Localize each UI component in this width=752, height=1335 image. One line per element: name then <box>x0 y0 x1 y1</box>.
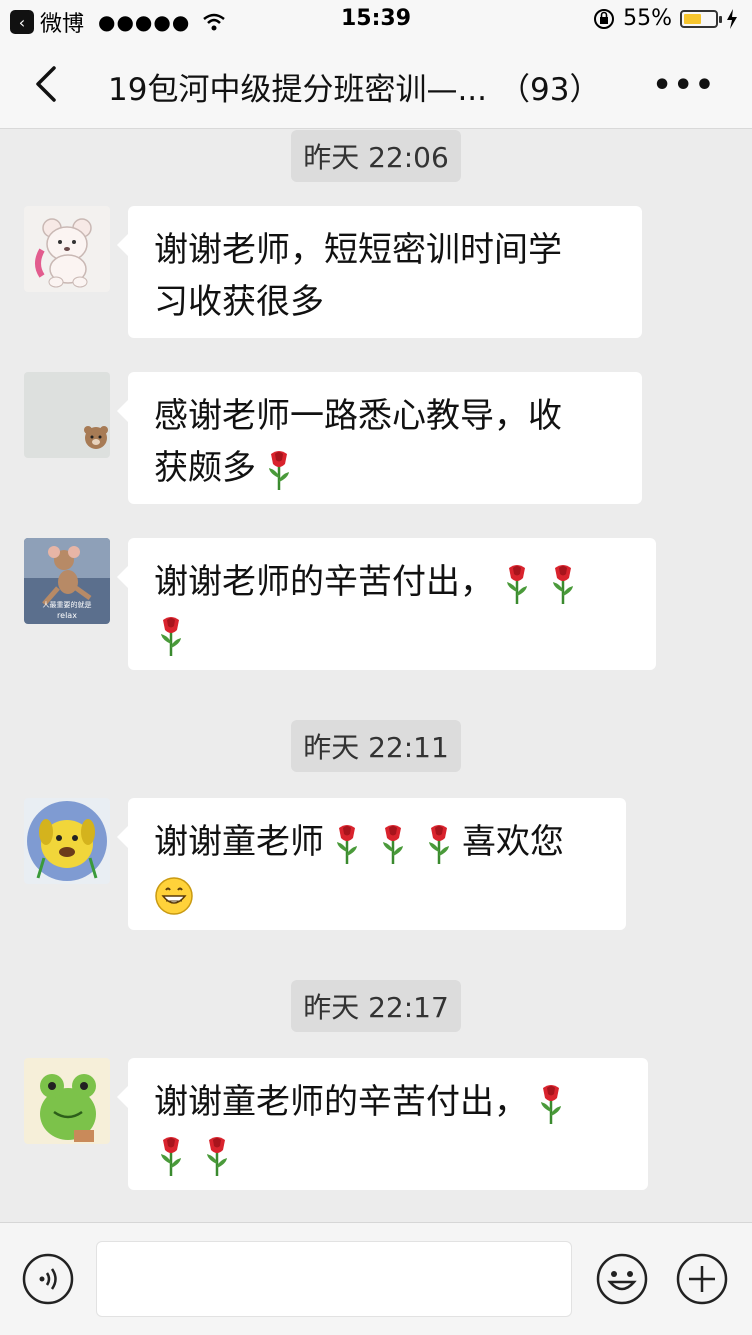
rose-icon <box>429 824 449 864</box>
timestamp: 昨天 22:11 <box>0 720 752 772</box>
rose-icon <box>553 564 573 604</box>
message-text: 谢谢童老师 <box>154 822 324 862</box>
message-line: 谢谢老师，短短密训时间学 <box>154 230 562 270</box>
cartoon-mouse-avatar-icon: 人最重要的就是 relax <box>24 538 110 624</box>
rose-icon <box>269 450 289 490</box>
status-right: 55% <box>593 6 738 31</box>
message-line: 获颇多 <box>154 442 616 494</box>
avatar-caption: 人最重要的就是 <box>43 600 92 609</box>
avatar[interactable] <box>24 798 110 884</box>
rose-icon <box>337 824 357 864</box>
message-line: 谢谢童老师 喜欢您 <box>154 816 600 868</box>
avatar-caption: relax <box>57 611 77 620</box>
battery-fill <box>684 13 701 24</box>
message-bubble[interactable]: 谢谢老师的辛苦付出， <box>117 538 656 670</box>
rose-icon <box>161 1136 181 1176</box>
message-text: 获颇多 <box>154 448 256 488</box>
message-line <box>154 1128 622 1180</box>
message-text: 谢谢童老师的辛苦付出， <box>154 1082 528 1122</box>
message-line: 习收获很多 <box>154 282 324 322</box>
timestamp-label: 昨天 22:06 <box>291 130 461 182</box>
message-line: 谢谢童老师的辛苦付出， <box>154 1076 622 1128</box>
avatar[interactable] <box>24 1058 110 1144</box>
message-bubble[interactable]: 谢谢童老师的辛苦付出， <box>117 1058 648 1190</box>
chevron-left-icon[interactable] <box>30 62 70 106</box>
rose-icon <box>507 564 527 604</box>
emoji-icon[interactable] <box>596 1253 648 1305</box>
brown-bear-avatar-icon <box>24 372 110 458</box>
timestamp-label: 昨天 22:17 <box>291 980 461 1032</box>
chat-title[interactable]: 19包河中级提分班密训—... （93） <box>108 64 668 109</box>
message-text: 谢谢老师的辛苦付出， <box>154 562 494 602</box>
rose-icon <box>161 616 181 656</box>
rose-icon <box>541 1084 561 1124</box>
yellow-dog-avatar-icon <box>24 798 110 884</box>
battery-icon <box>680 9 722 28</box>
battery-percent: 55% <box>623 6 672 31</box>
avatar[interactable]: 人最重要的就是 relax <box>24 538 110 624</box>
message-line: 感谢老师一路悉心教导，收 <box>154 396 562 436</box>
voice-icon[interactable] <box>22 1253 74 1305</box>
teddy-bear-avatar-icon <box>24 206 110 292</box>
member-count: （93） <box>499 72 601 108</box>
message-bubble[interactable]: 谢谢童老师 喜欢您 <box>117 798 626 930</box>
message-bubble[interactable]: 谢谢老师，短短密训时间学 习收获很多 <box>117 206 642 338</box>
message-line <box>154 608 630 660</box>
message-input[interactable] <box>96 1241 572 1317</box>
avatar[interactable] <box>24 372 110 458</box>
chat-header: 19包河中级提分班密训—... （93） ••• <box>0 40 752 129</box>
timestamp: 昨天 22:17 <box>0 980 752 1032</box>
message-line <box>154 868 600 920</box>
plus-icon[interactable] <box>676 1253 728 1305</box>
green-frog-avatar-icon <box>24 1058 110 1144</box>
message-bubble[interactable]: 感谢老师一路悉心教导，收 获颇多 <box>117 372 642 504</box>
charging-icon <box>727 8 737 29</box>
timestamp: 昨天 22:06 <box>0 130 752 182</box>
group-name: 19包河中级提分班密训—... <box>108 72 488 108</box>
status-bar: ‹ 微博 ●●●●● 15:39 55% <box>0 0 752 40</box>
grin-emoji-icon <box>155 876 193 915</box>
rose-icon <box>207 1136 227 1176</box>
input-bar <box>0 1222 752 1335</box>
timestamp-label: 昨天 22:11 <box>291 720 461 772</box>
rose-icon <box>383 824 403 864</box>
message-text: 喜欢您 <box>462 822 564 862</box>
avatar[interactable] <box>24 206 110 292</box>
message-line: 谢谢老师的辛苦付出， <box>154 556 630 608</box>
more-icon[interactable]: ••• <box>652 68 716 103</box>
rotation-lock-icon <box>594 8 615 29</box>
